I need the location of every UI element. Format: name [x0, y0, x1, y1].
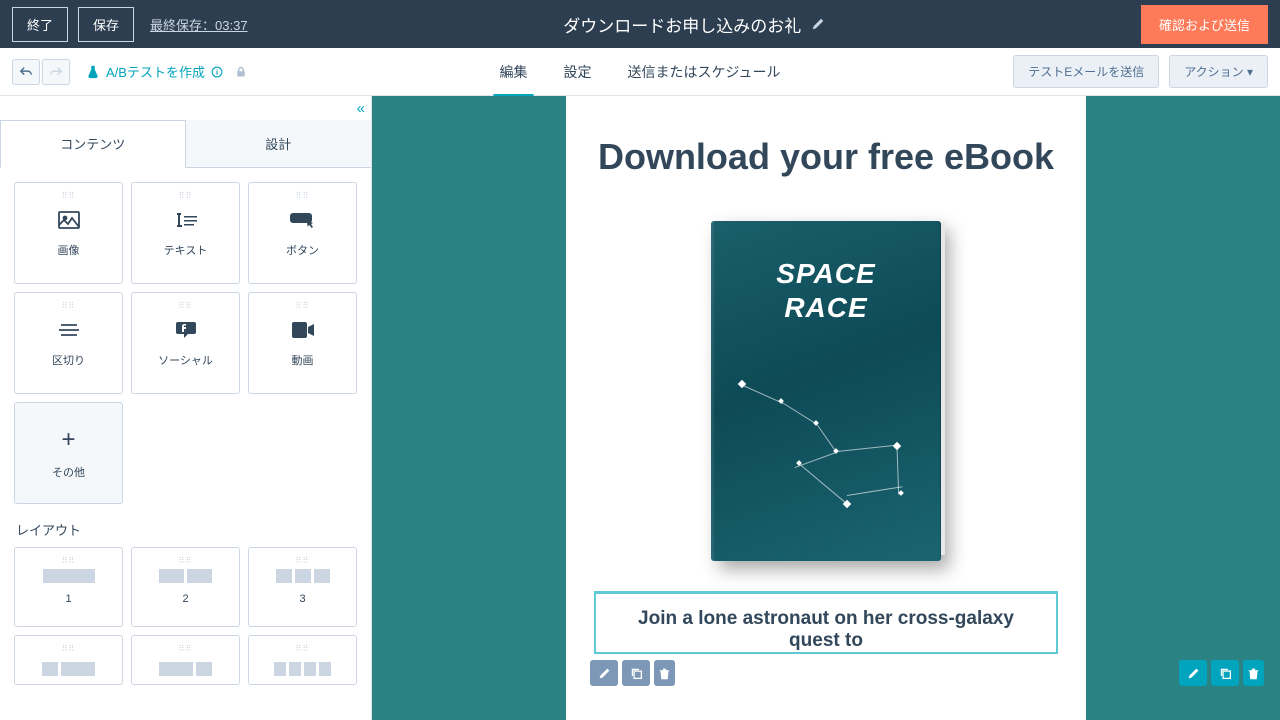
center-tabs: 編集 設定 送信またはスケジュール: [499, 48, 780, 96]
review-send-button[interactable]: 確認および送信: [1141, 5, 1268, 44]
block-text[interactable]: ⠿⠿ テキスト: [131, 182, 240, 284]
undo-button[interactable]: [12, 59, 40, 85]
ebook-image-block[interactable]: SPACE RACE: [596, 211, 1056, 591]
divider-icon: [58, 318, 80, 342]
email-body[interactable]: Download your free eBook SPACE RACE: [566, 96, 1086, 720]
block-tools-left: [590, 660, 675, 686]
edit-selected-button[interactable]: [1179, 660, 1207, 686]
layout-header: レイアウト: [0, 518, 371, 547]
block-label: 動画: [292, 352, 314, 368]
grip-icon: ⠿⠿: [179, 301, 193, 310]
grip-icon: ⠿⠿: [296, 556, 310, 565]
grip-icon: ⠿⠿: [179, 556, 193, 565]
layout-extra-1[interactable]: ⠿⠿: [14, 635, 123, 685]
exit-button[interactable]: 終了: [12, 7, 68, 42]
book-title-line1: SPACE: [776, 258, 875, 289]
block-image[interactable]: ⠿⠿ 画像: [14, 182, 123, 284]
sidebar: « コンテンツ 設計 ⠿⠿ 画像 ⠿⠿ テキスト ⠿⠿ ボタン ⠿⠿: [0, 96, 372, 720]
grip-icon: ⠿⠿: [62, 644, 76, 653]
send-test-button[interactable]: テストEメールを送信: [1013, 55, 1159, 88]
block-label: 画像: [58, 242, 80, 258]
ab-test-link[interactable]: A/Bテストを作成: [86, 62, 247, 81]
actions-dropdown[interactable]: アクション ▾: [1169, 55, 1268, 88]
tab-send[interactable]: 送信またはスケジュール: [627, 48, 780, 96]
email-subhead[interactable]: Join a lone astronaut on her cross-galax…: [616, 608, 1036, 652]
sub-bar: A/Bテストを作成 編集 設定 送信またはスケジュール テストEメールを送信 ア…: [0, 48, 1280, 96]
tab-edit[interactable]: 編集: [499, 48, 527, 96]
book-cover: SPACE RACE: [711, 221, 941, 561]
text-icon: [175, 208, 197, 232]
last-saved-link[interactable]: 最終保存：03:37: [150, 15, 248, 34]
block-divider[interactable]: ⠿⠿ 区切り: [14, 292, 123, 394]
page-title: ダウンロードお申し込みのお礼: [563, 12, 801, 37]
email-headline[interactable]: Download your free eBook: [596, 134, 1056, 179]
layout-extra-2[interactable]: ⠿⠿: [131, 635, 240, 685]
email-canvas[interactable]: Download your free eBook SPACE RACE: [372, 96, 1280, 720]
delete-block-button[interactable]: [654, 660, 675, 686]
button-icon: [290, 208, 316, 232]
edit-title-icon[interactable]: [811, 17, 825, 31]
grip-icon: ⠿⠿: [62, 556, 76, 565]
block-more[interactable]: + その他: [14, 402, 123, 504]
video-icon: [292, 318, 314, 342]
grip-icon: ⠿⠿: [62, 301, 76, 310]
grip-icon: ⠿⠿: [296, 301, 310, 310]
image-icon: [58, 208, 80, 232]
selected-text-block[interactable]: Join a lone astronaut on her cross-galax…: [594, 591, 1058, 654]
layout-3col[interactable]: ⠿⠿ 3: [248, 547, 357, 627]
social-icon: [175, 318, 197, 342]
constellation-graphic: [729, 371, 923, 541]
block-label: ソーシャル: [158, 352, 213, 368]
grip-icon: ⠿⠿: [62, 191, 76, 200]
flask-icon: [86, 65, 100, 79]
block-label: ボタン: [286, 242, 319, 258]
block-video[interactable]: ⠿⠿ 動画: [248, 292, 357, 394]
block-label: 区切り: [52, 352, 85, 368]
layout-label: 2: [182, 593, 188, 605]
save-button[interactable]: 保存: [78, 7, 134, 42]
info-icon: [211, 66, 223, 78]
top-bar: 終了 保存 最終保存：03:37 ダウンロードお申し込みのお礼 確認および送信: [0, 0, 1280, 48]
book-title-line2: RACE: [784, 292, 867, 323]
grip-icon: ⠿⠿: [179, 191, 193, 200]
layout-2col[interactable]: ⠿⠿ 2: [131, 547, 240, 627]
layout-label: 1: [65, 593, 71, 605]
grip-icon: ⠿⠿: [296, 191, 310, 200]
grip-icon: ⠿⠿: [296, 644, 310, 653]
block-button[interactable]: ⠿⠿ ボタン: [248, 182, 357, 284]
delete-selected-button[interactable]: [1243, 660, 1264, 686]
clone-block-button[interactable]: [622, 660, 650, 686]
plus-icon: +: [61, 426, 75, 454]
edit-block-button[interactable]: [590, 660, 618, 686]
grip-icon: ⠿⠿: [179, 644, 193, 653]
block-label: その他: [52, 464, 85, 480]
sidebar-tab-design[interactable]: 設計: [186, 120, 372, 167]
block-social[interactable]: ⠿⠿ ソーシャル: [131, 292, 240, 394]
tab-settings[interactable]: 設定: [563, 48, 591, 96]
layout-extra-3[interactable]: ⠿⠿: [248, 635, 357, 685]
collapse-sidebar-icon[interactable]: «: [357, 100, 365, 117]
sidebar-tab-content[interactable]: コンテンツ: [0, 120, 186, 168]
layout-label: 3: [299, 593, 305, 605]
redo-button[interactable]: [42, 59, 70, 85]
block-label: テキスト: [164, 242, 208, 258]
block-tools-right: [1179, 660, 1264, 686]
layout-1col[interactable]: ⠿⠿ 1: [14, 547, 123, 627]
clone-selected-button[interactable]: [1211, 660, 1239, 686]
lock-icon: [235, 66, 247, 78]
